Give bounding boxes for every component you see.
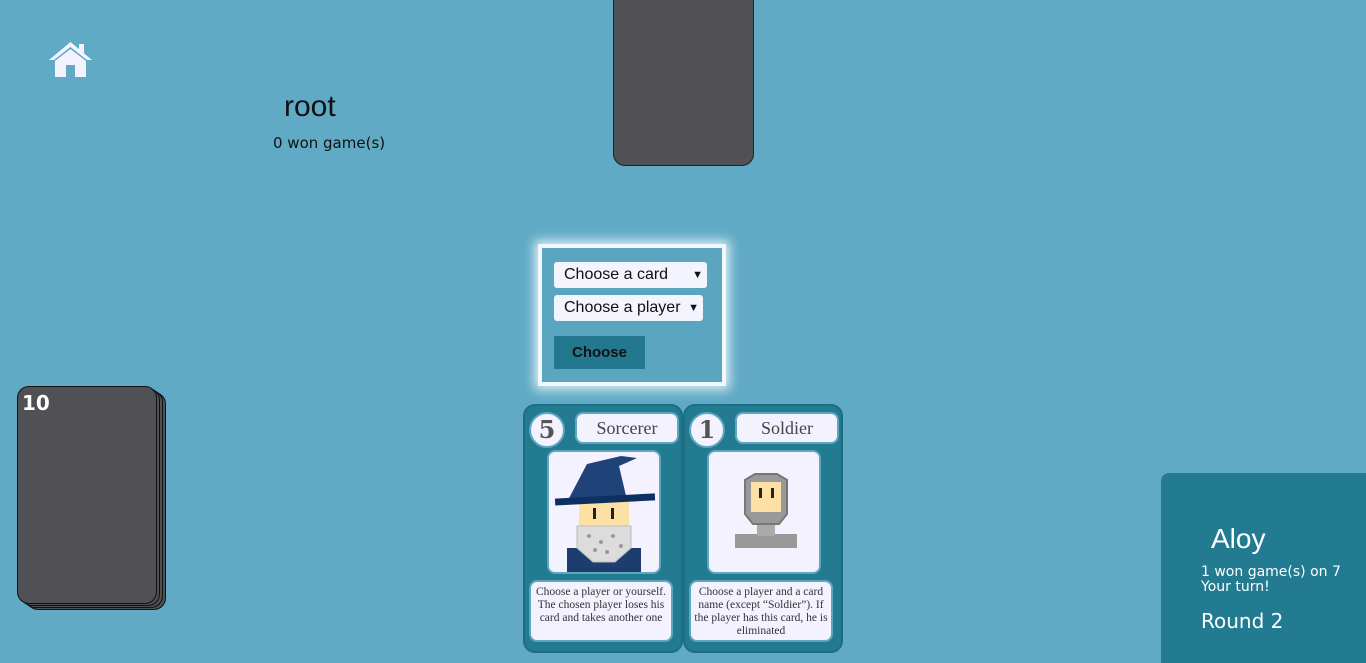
hand-card-sorcerer[interactable]: 5 Sorcerer Choose a player or yourself. … <box>523 404 683 653</box>
card-description: Choose a player and a card name (except … <box>689 580 833 642</box>
deck-card-top: 10 <box>17 386 157 604</box>
dropdown-arrow-icon: ▼ <box>692 269 703 281</box>
card-value: 5 <box>529 412 565 448</box>
turn-indicator: Your turn! <box>1201 579 1270 595</box>
player-wins: 1 won game(s) on 7 <box>1201 564 1341 580</box>
dropdown-arrow-icon: ▼ <box>688 302 699 314</box>
hand-card-soldier[interactable]: 1 Soldier Choose a player and a card nam… <box>683 404 843 653</box>
opponent-name: root <box>284 90 336 123</box>
home-icon[interactable] <box>48 40 93 78</box>
card-description: Choose a player or yourself. The chosen … <box>529 580 673 642</box>
card-name: Sorcerer <box>575 412 679 444</box>
draw-deck: 10 <box>17 386 166 610</box>
player-panel: Aloy 1 won game(s) on 7 Your turn! Round… <box>1161 473 1366 663</box>
player-select-label: Choose a player <box>564 299 681 316</box>
deck-count: 10 <box>22 391 50 415</box>
choose-button[interactable]: Choose <box>554 336 645 369</box>
soldier-portrait <box>707 450 821 574</box>
round-label: Round 2 <box>1201 609 1284 633</box>
sorcerer-portrait <box>547 450 661 574</box>
player-name: Aloy <box>1211 523 1266 554</box>
card-select-label: Choose a card <box>564 266 669 283</box>
card-select[interactable]: Choose a card ▼ <box>554 262 707 288</box>
opponent-card-back <box>613 0 754 166</box>
card-name: Soldier <box>735 412 839 444</box>
action-panel: Choose a card ▼ Choose a player ▼ Choose <box>538 244 726 386</box>
opponent-wins: 0 won game(s) <box>273 134 386 152</box>
player-select[interactable]: Choose a player ▼ <box>554 295 703 321</box>
card-value: 1 <box>689 412 725 448</box>
